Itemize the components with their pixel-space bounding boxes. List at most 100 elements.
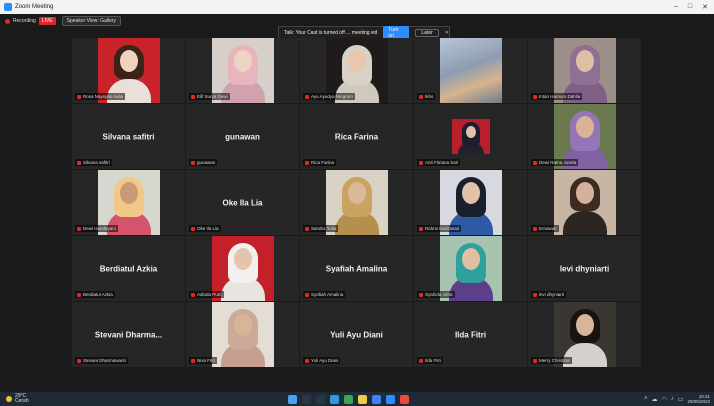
participant-tile[interactable]: gunawan gunawan (186, 104, 299, 169)
mic-muted-icon (533, 292, 537, 297)
zoom-icon[interactable] (386, 394, 395, 404)
mail-icon[interactable] (400, 394, 409, 404)
cloud-icon[interactable]: ☁ (652, 396, 658, 403)
participant-tile[interactable]: Nisa Fitri (186, 302, 299, 367)
participant-tile[interactable]: Elif Surya Dewi (186, 38, 299, 103)
mic-muted-icon (77, 292, 81, 297)
mic-muted-icon (305, 292, 309, 297)
participant-label-text: Intan Harnum Dahlia (539, 94, 581, 99)
participant-label: gunawan (189, 159, 218, 166)
chevron-up-icon[interactable]: ˄ (644, 396, 648, 402)
chrome-icon[interactable] (344, 394, 353, 404)
participant-label: Silvana safitri (75, 159, 112, 166)
participant-tile[interactable]: Yuli Ayu Diani Yuli Ayu Diani (300, 302, 413, 367)
mic-muted-icon (77, 226, 81, 231)
participant-label: Ikhs (417, 93, 436, 100)
recording-label[interactable]: Recording (13, 18, 36, 24)
participant-tile[interactable]: Intan Harnum Dahlia (528, 38, 641, 103)
store-icon[interactable] (372, 394, 381, 404)
participant-name: Syafiah Amalina (325, 264, 388, 273)
search-icon[interactable] (302, 394, 311, 404)
participant-label: Berdiatul Azkia (75, 291, 115, 298)
participant-label-text: Silvana safitri (83, 160, 110, 165)
close-icon[interactable]: ✕ (445, 30, 449, 36)
mic-muted-icon (533, 226, 537, 231)
mic-muted-icon (533, 358, 537, 363)
participant-label: Dewi Ratna Juwita (531, 159, 579, 166)
battery-icon[interactable]: ▭ (678, 396, 684, 403)
participant-label-text: gunawan (197, 160, 216, 165)
participant-label-text: Anti Fitriana Sari (425, 160, 459, 165)
participant-label: Syahida Aitha (417, 291, 455, 298)
participant-tile[interactable]: Merry Christina (528, 302, 641, 367)
mic-muted-icon (77, 358, 81, 363)
clock[interactable]: 10:31 29/05/2022 (687, 394, 710, 404)
participant-tile[interactable]: Syafiah Amalina Syafiah Amalina (300, 236, 413, 301)
participant-label-text: Nisa Fitri (197, 358, 215, 363)
live-badge[interactable]: LIVE (38, 17, 56, 25)
participant-label: Rahmi Novitasari (417, 225, 462, 232)
explorer-icon[interactable] (358, 394, 367, 404)
participant-tile[interactable]: Oke Ila Lia Oke Ila Lia (186, 170, 299, 235)
participant-label: levi dhyniarti (531, 291, 567, 298)
participant-label-text: Ernawati (539, 226, 557, 231)
taskview-icon[interactable] (316, 394, 325, 404)
mic-muted-icon (419, 160, 423, 165)
participant-tile[interactable]: Ayu Ayudya Ningrum (300, 38, 413, 103)
mic-muted-icon (305, 160, 309, 165)
mic-muted-icon (419, 292, 423, 297)
participant-tile[interactable]: levi dhyniarti levi dhyniarti (528, 236, 641, 301)
weather-widget[interactable]: 29°C Cerah (6, 394, 29, 404)
participant-tile[interactable]: Ilda Fitri Ilda Fitri (414, 302, 527, 367)
participant-tile[interactable]: Anti Fitriana Sari (414, 104, 527, 169)
participant-tile[interactable]: Rica Farina Rica Farina (300, 104, 413, 169)
edge-icon[interactable] (330, 394, 339, 404)
participant-tile[interactable]: Sandra Yulia (300, 170, 413, 235)
mic-muted-icon (419, 94, 423, 99)
participant-video (451, 119, 490, 154)
maximize-button[interactable]: □ (688, 3, 692, 11)
participant-video (439, 38, 502, 103)
notification-secondary-button[interactable]: Later (415, 29, 439, 37)
participant-tile[interactable]: Rahmi Novitasari (414, 170, 527, 235)
mic-muted-icon (419, 358, 423, 363)
participant-label: Anti Fitriana Sari (417, 159, 461, 166)
mic-muted-icon (191, 292, 195, 297)
participant-label: Ernawati (531, 225, 559, 232)
participant-tile[interactable]: Ikhs (414, 38, 527, 103)
participant-name: Oke Ila Lia (222, 198, 263, 207)
participant-tile[interactable]: Adinda Putri (186, 236, 299, 301)
participant-label: Oke Ila Lia (189, 225, 221, 232)
participant-name: Silvana safitri (102, 132, 155, 141)
system-tray: ˄ ☁ ◠ ♪ ▭ 10:31 29/05/2022 (644, 394, 710, 404)
participant-label-text: Ilda Fitri (425, 358, 442, 363)
volume-icon[interactable]: ♪ (671, 396, 674, 402)
participant-label-text: Oke Ila Lia (197, 226, 219, 231)
start-icon[interactable] (288, 394, 297, 404)
participant-tile[interactable]: Rosa Naysyas Aulia (72, 38, 185, 103)
participant-label: Merry Christina (531, 357, 572, 364)
participant-name: Ilda Fitri (454, 330, 487, 339)
window-title: Zoom Meeting (15, 4, 54, 10)
participant-tile[interactable]: Dewi Handayani (72, 170, 185, 235)
participant-video (211, 302, 274, 367)
participant-tile[interactable]: Stevani Dharma... Stevani Dharmawanti (72, 302, 185, 367)
participant-label: Intan Harnum Dahlia (531, 93, 583, 100)
minimize-button[interactable]: – (674, 3, 678, 11)
participant-label-text: Rosa Naysyas Aulia (83, 94, 124, 99)
participant-tile[interactable]: Berdiatul Azkia Berdiatul Azkia (72, 236, 185, 301)
participant-label: Ayu Ayudya Ningrum (303, 93, 355, 100)
close-window-button[interactable]: ✕ (702, 3, 708, 11)
view-switcher[interactable]: Speaker View: Gallery (61, 16, 122, 26)
participant-tile[interactable]: Ernawati (528, 170, 641, 235)
wifi-icon[interactable]: ◠ (662, 396, 667, 403)
participant-label-text: Adinda Putri (197, 292, 222, 297)
participant-tile[interactable]: Syahida Aitha (414, 236, 527, 301)
participant-label-text: Sandra Yulia (311, 226, 337, 231)
participant-tile[interactable]: Silvana safitri Silvana safitri (72, 104, 185, 169)
participant-label: Sandra Yulia (303, 225, 339, 232)
participant-label-text: levi dhyniarti (539, 292, 565, 297)
participant-tile[interactable]: Dewi Ratna Juwita (528, 104, 641, 169)
recording-icon (5, 18, 10, 24)
mic-muted-icon (77, 160, 81, 165)
